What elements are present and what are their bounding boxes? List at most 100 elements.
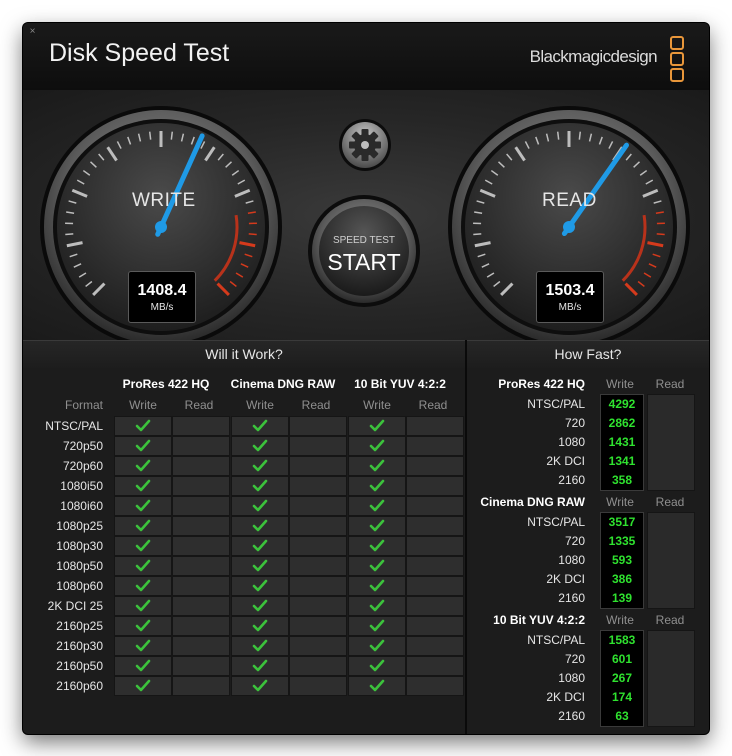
- close-icon[interactable]: ×: [28, 27, 37, 37]
- read-result-cell: [172, 476, 230, 496]
- read-result-cell: [406, 536, 464, 556]
- checkmark-icon: [369, 559, 385, 572]
- start-button-label: START: [327, 249, 401, 275]
- format-row-label: 2160p30: [56, 639, 103, 653]
- read-result-cell: [406, 596, 464, 616]
- codec-header: Cinema DNG RAW: [480, 495, 585, 509]
- checkmark-icon: [369, 579, 385, 592]
- brand-name: Blackmagicdesign: [529, 47, 658, 66]
- format-column-header: Format: [64, 398, 103, 412]
- checkmark-icon: [135, 679, 151, 692]
- checkmark-icon: [135, 599, 151, 612]
- format-row-label: NTSC/PAL: [45, 419, 103, 433]
- read-result-cell: [289, 436, 347, 456]
- resolution-row-label: 2160: [558, 709, 585, 723]
- codec-header: 10 Bit YUV 4:2:2: [493, 613, 585, 627]
- read-result-cell: [289, 576, 347, 596]
- format-row-label: 1080p60: [56, 579, 103, 593]
- checkmark-icon: [135, 659, 151, 672]
- read-result-cell: [172, 576, 230, 596]
- format-row-label: 2160p60: [56, 679, 103, 693]
- read-result-cell: [172, 676, 230, 696]
- read-column-header: Read: [655, 377, 685, 391]
- read-speed-column: [647, 394, 695, 491]
- codec-header: 10 Bit YUV 4:2:2: [354, 377, 446, 391]
- read-result-cell: [289, 496, 347, 516]
- checkmark-icon: [135, 519, 151, 532]
- app-window: × Disk Speed Test Blackmagicdesign WRITE…: [23, 23, 709, 734]
- format-row-label: 720p50: [62, 439, 103, 453]
- write-column-header: Write: [606, 495, 634, 509]
- read-column-header: Read: [184, 398, 214, 412]
- resolution-row-label: 720: [564, 534, 585, 548]
- format-row-label: 2160p25: [56, 619, 103, 633]
- read-result-cell: [289, 676, 347, 696]
- read-result-cell: [172, 496, 230, 516]
- checkmark-icon: [252, 679, 268, 692]
- read-column-header: Read: [418, 398, 448, 412]
- read-result-cell: [406, 436, 464, 456]
- checkmark-icon: [369, 459, 385, 472]
- write-speed-value: 63: [615, 709, 629, 723]
- read-result-cell: [289, 476, 347, 496]
- how-fast-header: How Fast?: [467, 340, 709, 368]
- checkmark-icon: [369, 539, 385, 552]
- write-column-header: Write: [363, 398, 391, 412]
- resolution-row-label: 1080: [558, 671, 585, 685]
- resolution-row-label: 1080: [558, 435, 585, 449]
- format-row-label: 1080p50: [56, 559, 103, 573]
- write-speed-value: 593: [611, 553, 633, 567]
- write-speed-unit: MB/s: [150, 302, 174, 313]
- read-result-cell: [172, 456, 230, 476]
- read-result-cell: [289, 656, 347, 676]
- resolution-row-label: NTSC/PAL: [527, 633, 585, 647]
- format-row-label: 1080i60: [60, 499, 103, 513]
- write-speed-value: 601: [611, 652, 633, 666]
- format-row-label: 1080p30: [56, 539, 103, 553]
- write-speed-value: 1335: [608, 534, 636, 548]
- checkmark-icon: [252, 459, 268, 472]
- checkmark-icon: [135, 539, 151, 552]
- read-result-cell: [289, 536, 347, 556]
- checkmark-icon: [135, 499, 151, 512]
- format-row-label: 1080p25: [56, 519, 103, 533]
- checkmark-icon: [135, 559, 151, 572]
- read-speed-unit: MB/s: [558, 302, 582, 313]
- resolution-row-label: 2K DCI: [546, 454, 585, 468]
- read-result-cell: [172, 596, 230, 616]
- title-bar: × Disk Speed Test Blackmagicdesign: [23, 23, 709, 90]
- read-result-cell: [172, 656, 230, 676]
- start-button[interactable]: SPEED TEST START: [312, 200, 416, 304]
- checkmark-icon: [369, 619, 385, 632]
- checkmark-icon: [369, 679, 385, 692]
- write-column-header: Write: [246, 398, 274, 412]
- checkmark-icon: [252, 519, 268, 532]
- checkmark-icon: [252, 619, 268, 632]
- checkmark-icon: [135, 459, 151, 472]
- read-result-cell: [289, 556, 347, 576]
- resolution-row-label: 2K DCI: [546, 572, 585, 586]
- settings-button[interactable]: [340, 120, 390, 170]
- format-row-label: 2K DCI 25: [47, 599, 103, 613]
- checkmark-icon: [135, 419, 151, 432]
- read-result-cell: [172, 556, 230, 576]
- read-column-header: Read: [301, 398, 331, 412]
- read-result-cell: [406, 636, 464, 656]
- write-speed-value: 174: [611, 690, 633, 704]
- brand-logo: [670, 36, 684, 84]
- codec-header: ProRes 422 HQ: [498, 377, 585, 391]
- read-result-cell: [406, 456, 464, 476]
- checkmark-icon: [252, 559, 268, 572]
- write-speed-value: 386: [611, 572, 633, 586]
- checkmark-icon: [135, 579, 151, 592]
- read-result-cell: [406, 656, 464, 676]
- read-result-cell: [406, 616, 464, 636]
- read-speed-column: [647, 630, 695, 727]
- read-result-cell: [172, 536, 230, 556]
- resolution-row-label: 2160: [558, 591, 585, 605]
- checkmark-icon: [369, 419, 385, 432]
- write-speed-value: 1341: [608, 454, 636, 468]
- write-speed-value: 267: [611, 671, 633, 685]
- format-row-label: 2160p50: [56, 659, 103, 673]
- checkmark-icon: [252, 479, 268, 492]
